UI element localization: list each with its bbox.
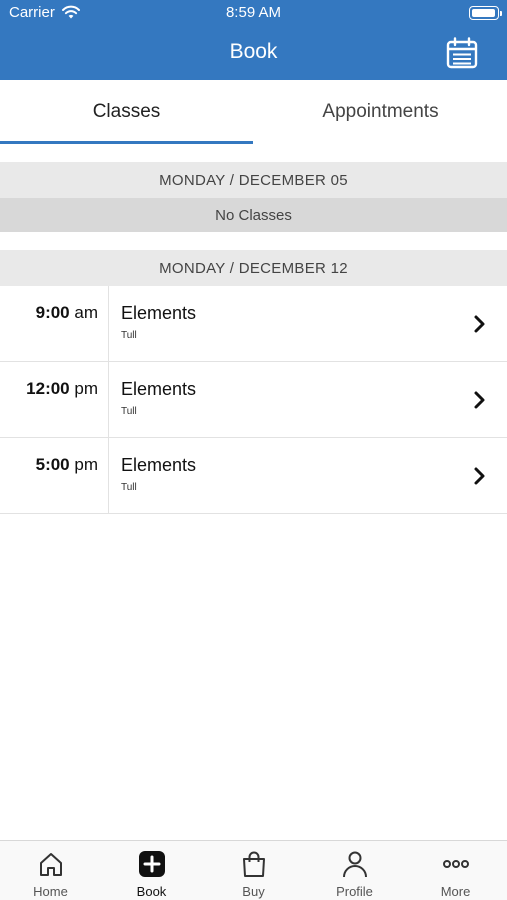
chevron-right-icon <box>474 467 485 485</box>
page-title: Book <box>229 40 278 63</box>
class-time: 9:00 am <box>36 303 98 323</box>
class-time-value: 9:00 <box>35 303 70 322</box>
tabbar-label: Book <box>136 884 167 899</box>
class-row[interactable]: 9:00 am Elements Tull <box>0 286 507 362</box>
tabbar-label: Profile <box>336 884 373 899</box>
class-name: Elements <box>121 455 197 475</box>
status-bar: Carrier 8:59 AM <box>0 0 507 26</box>
class-row[interactable]: 12:00 pm Elements Tull <box>0 362 507 438</box>
class-time: 5:00 pm <box>36 455 98 475</box>
tabbar-item-home[interactable]: Home <box>0 841 101 900</box>
shopping-bag-icon <box>242 851 265 877</box>
class-time-suffix: pm <box>74 379 98 398</box>
class-time-suffix: pm <box>74 455 98 474</box>
tabbar-item-book[interactable]: Book <box>101 841 202 900</box>
tab-appointments[interactable]: Appointments <box>254 80 507 144</box>
tabbar-label: More <box>440 884 471 899</box>
day-header: MONDAY / DECEMBER 12 <box>0 250 507 286</box>
class-instructor: Tull <box>121 482 137 493</box>
chevron-right-icon <box>474 391 485 409</box>
class-time-suffix: am <box>74 303 98 322</box>
day-header: MONDAY / DECEMBER 05 <box>0 162 507 198</box>
bottom-tab-bar: Home Book Buy Profile More <box>0 840 507 900</box>
more-icon <box>442 860 469 868</box>
class-time-value: 12:00 <box>26 379 70 398</box>
tabbar-item-profile[interactable]: Profile <box>304 841 405 900</box>
class-time: 12:00 pm <box>26 379 98 399</box>
class-instructor: Tull <box>121 406 137 417</box>
user-icon <box>342 851 367 878</box>
class-row[interactable]: 5:00 pm Elements Tull <box>0 438 507 514</box>
calendar-icon[interactable] <box>445 36 479 70</box>
no-classes-message: No Classes <box>0 198 507 232</box>
tab-classes[interactable]: Classes <box>0 80 253 144</box>
status-time: 8:59 AM <box>225 4 282 21</box>
class-name: Elements <box>121 379 197 399</box>
home-icon <box>39 853 62 876</box>
tabbar-label: Home <box>33 884 68 899</box>
segment-tabs: Classes Appointments <box>0 80 507 144</box>
tabbar-label: Buy <box>242 884 265 899</box>
class-instructor: Tull <box>121 330 137 341</box>
class-name: Elements <box>121 303 197 323</box>
chevron-right-icon <box>474 315 485 333</box>
time-column: 12:00 pm <box>0 362 109 438</box>
battery-icon <box>469 6 502 20</box>
time-column: 9:00 am <box>0 286 109 362</box>
tab-selected-indicator <box>0 141 253 144</box>
battery-level <box>472 9 495 17</box>
time-column: 5:00 pm <box>0 438 109 514</box>
tabbar-item-more[interactable]: More <box>405 841 506 900</box>
class-time-value: 5:00 <box>35 455 70 474</box>
plus-icon <box>138 851 165 877</box>
top-header: Carrier 8:59 AM Book <box>0 0 507 80</box>
tabbar-item-buy[interactable]: Buy <box>203 841 304 900</box>
